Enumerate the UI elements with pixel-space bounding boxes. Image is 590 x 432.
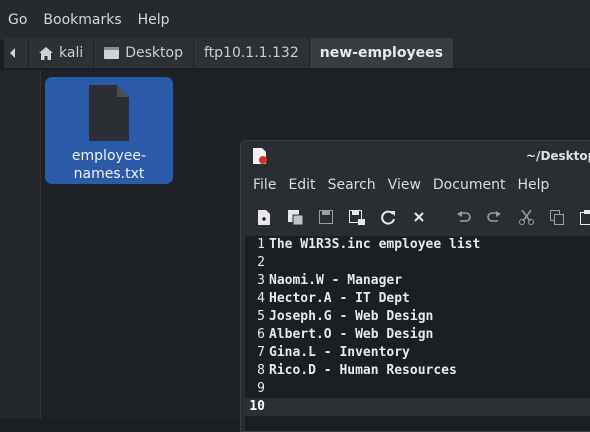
editor-title: ~/Desktop/f	[526, 149, 590, 163]
desktop-icon	[104, 47, 119, 59]
path-item-home[interactable]: kali	[29, 38, 94, 68]
save-icon[interactable]	[318, 209, 334, 225]
chevron-left-icon	[10, 48, 16, 58]
line-text: The W1R3S.inc employee list	[265, 236, 480, 254]
line-text: Gina.L - Inventory	[265, 344, 410, 362]
path-label-current: new-employees	[320, 45, 443, 61]
line-number: 8	[245, 362, 265, 380]
editor-menubar: File Edit Search View Document Help	[241, 171, 590, 199]
line-number: 5	[245, 308, 265, 326]
new-window-icon[interactable]	[287, 209, 303, 225]
menu-go[interactable]: Go	[8, 12, 27, 28]
redo-icon[interactable]	[486, 209, 502, 225]
copy-icon[interactable]	[549, 209, 565, 225]
file-item-employee-names[interactable]: employee- names.txt	[45, 77, 173, 184]
menu-view[interactable]: View	[388, 177, 421, 193]
menu-bookmarks[interactable]: Bookmarks	[43, 12, 121, 28]
new-file-icon[interactable]	[256, 209, 272, 225]
line-number: 7	[245, 344, 265, 362]
editor-line[interactable]: 2	[245, 254, 590, 272]
line-number: 2	[245, 254, 265, 272]
line-text: Albert.O - Web Design	[265, 326, 433, 344]
editor-line[interactable]: 3Naomi.W - Manager	[245, 272, 590, 290]
sidebar	[0, 70, 41, 419]
file-manager-menubar: Go Bookmarks Help	[0, 0, 590, 40]
menu-help-editor[interactable]: Help	[517, 177, 549, 193]
undo-icon[interactable]	[456, 209, 472, 225]
menu-document[interactable]: Document	[433, 177, 506, 193]
editor-line[interactable]: 8Rico.D - Human Resources	[245, 362, 590, 380]
line-text: Joseph.G - Web Design	[265, 308, 433, 326]
save-as-icon[interactable]	[349, 209, 365, 225]
path-item-current[interactable]: new-employees	[310, 38, 454, 68]
menu-search[interactable]: Search	[328, 177, 376, 193]
line-text: Rico.D - Human Resources	[265, 362, 457, 380]
editor-line[interactable]: 1The W1R3S.inc employee list	[245, 236, 590, 254]
paste-icon[interactable]	[579, 209, 590, 225]
line-number: 9	[245, 380, 265, 398]
line-number: 1	[245, 236, 265, 254]
editor-line[interactable]: 6Albert.O - Web Design	[245, 326, 590, 344]
editor-line[interactable]: 4Hector.A - IT Dept	[245, 290, 590, 308]
menu-file[interactable]: File	[253, 177, 276, 193]
menu-edit[interactable]: Edit	[288, 177, 315, 193]
editor-text-area[interactable]: 1The W1R3S.inc employee list23Naomi.W - …	[245, 236, 590, 431]
menu-help[interactable]: Help	[138, 12, 170, 28]
line-text: Hector.A - IT Dept	[265, 290, 410, 308]
text-file-icon	[89, 85, 129, 141]
editor-line[interactable]: 7Gina.L - Inventory	[245, 344, 590, 362]
line-number: 10	[245, 398, 265, 416]
home-icon	[39, 47, 53, 60]
editor-app-icon	[253, 148, 267, 164]
line-number: 4	[245, 290, 265, 308]
editor-line[interactable]: 9	[245, 380, 590, 398]
line-number: 6	[245, 326, 265, 344]
path-item-ftp[interactable]: ftp10.1.1.132	[194, 38, 310, 68]
line-text: Naomi.W - Manager	[265, 272, 402, 290]
editor-titlebar[interactable]: ~/Desktop/f	[241, 141, 590, 171]
path-label-ftp: ftp10.1.1.132	[204, 45, 299, 61]
file-label: employee- names.txt	[45, 147, 173, 183]
path-label-home: kali	[59, 45, 83, 61]
editor-line[interactable]: 10	[245, 398, 590, 416]
path-label-desktop: Desktop	[125, 45, 183, 61]
path-item-desktop[interactable]: Desktop	[94, 38, 194, 68]
editor-line[interactable]: 5Joseph.G - Web Design	[245, 308, 590, 326]
reload-icon[interactable]	[380, 209, 396, 225]
text-editor-window: ~/Desktop/f File Edit Search View Docume…	[240, 140, 590, 432]
path-bar: kali Desktop ftp10.1.1.132 new-employees	[4, 38, 590, 68]
editor-toolbar	[241, 203, 590, 233]
line-number: 3	[245, 272, 265, 290]
cut-icon[interactable]	[518, 209, 534, 225]
path-back-button[interactable]	[4, 38, 29, 68]
close-icon[interactable]	[411, 209, 427, 225]
